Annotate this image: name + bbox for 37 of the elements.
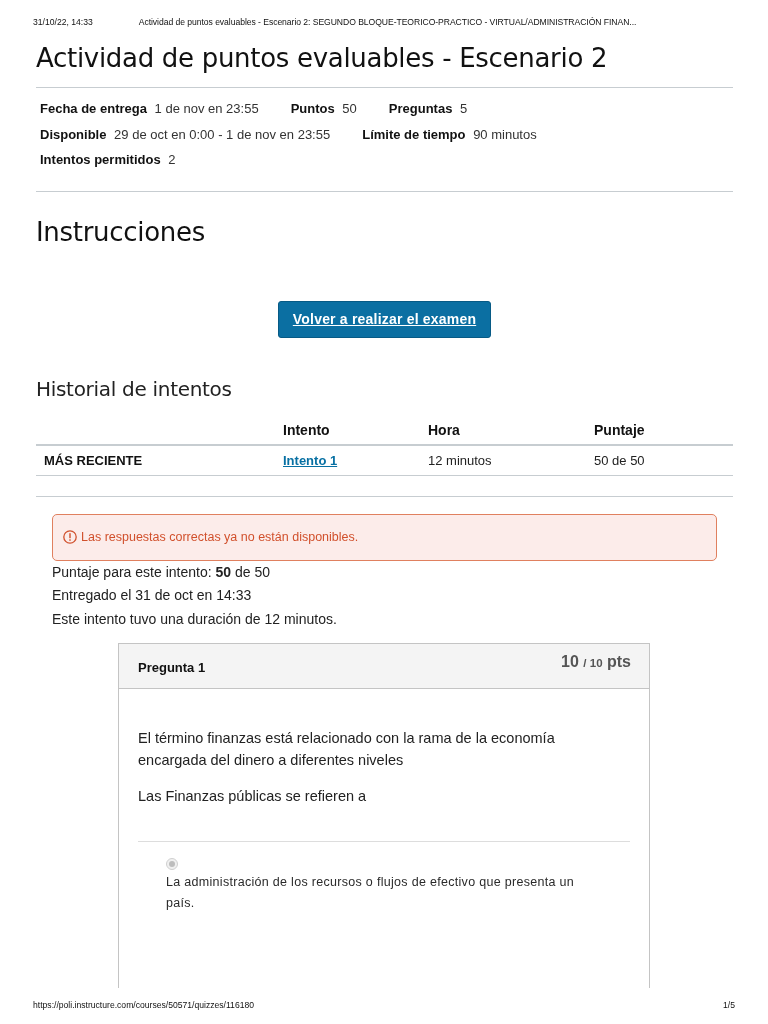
page-title: Actividad de puntos evaluables - Escenario 2 — [36, 42, 609, 75]
detail-label: Disponible — [40, 126, 107, 142]
attempt-link[interactable]: Intento 1 — [283, 452, 338, 468]
table-cell-text: 12 minutos — [427, 451, 493, 470]
detail-label: Preguntas — [388, 101, 453, 117]
question-text: El término finanzas está relacionado con la rama de la economía encargada del dinero a diferentes niveles — [138, 729, 556, 770]
print-date: 31/10/22, 14:33 — [33, 17, 93, 29]
alert-text: Las respuestas correctas ya no están disponibles. — [81, 530, 359, 544]
attempt-summary-text: Puntaje para este intento: 50 de 50 — [52, 562, 271, 582]
print-page-title: Actividad de puntos evaluables - Escenario 2: SEGUNDO BLOQUE-TEORICO-PRACTICO - VIRTUAL/ADMINISTRACIÓN FINAN... — [138, 17, 637, 29]
retake-exam-button[interactable]: Volver a realizar el examen — [277, 300, 492, 338]
detail-value: 5 — [460, 101, 468, 117]
detail-label: Límite de tiempo — [362, 126, 466, 142]
history-heading: Historial de intentos — [36, 375, 233, 403]
warning-icon — [63, 530, 77, 544]
question-points: 10 / 10 pts — [561, 653, 631, 671]
detail-label: Puntos — [290, 101, 335, 117]
attempt-summary-text: Entregado el 31 de oct en 14:33 — [52, 586, 253, 605]
detail-value: 1 de nov en 23:55 — [154, 101, 259, 117]
answer-text: La administración de los recursos o flujos de efectivo que presenta un país. — [166, 874, 576, 912]
detail-value: 90 minutos — [473, 126, 537, 142]
page-url: https://poli.instructure.com/courses/50571/quizzes/116180 — [33, 1000, 255, 1010]
instructions-heading: Instrucciones — [36, 215, 206, 249]
column-header: Hora — [427, 420, 461, 440]
question-title: Pregunta 1 — [138, 660, 206, 675]
table-cell-text: MÁS RECIENTE — [43, 451, 144, 470]
detail-label: Fecha de entrega — [40, 101, 147, 117]
page-number: 1/5 — [723, 1000, 735, 1010]
attempt-summary-text: Este intento tuvo una duración de 12 minutos. — [52, 609, 338, 629]
detail-label: Intentos permitidos — [40, 152, 161, 168]
question-text: Las Finanzas públicas se refieren a — [138, 787, 368, 806]
detail-value: 50 — [342, 101, 357, 117]
detail-value: 29 de oct en 0:00 - 1 de nov en 23:55 — [114, 126, 331, 142]
table-cell-text: 50 de 50 — [593, 451, 646, 470]
column-header: Puntaje — [593, 420, 646, 440]
column-header: Intento — [282, 420, 331, 440]
detail-value: 2 — [168, 152, 176, 168]
